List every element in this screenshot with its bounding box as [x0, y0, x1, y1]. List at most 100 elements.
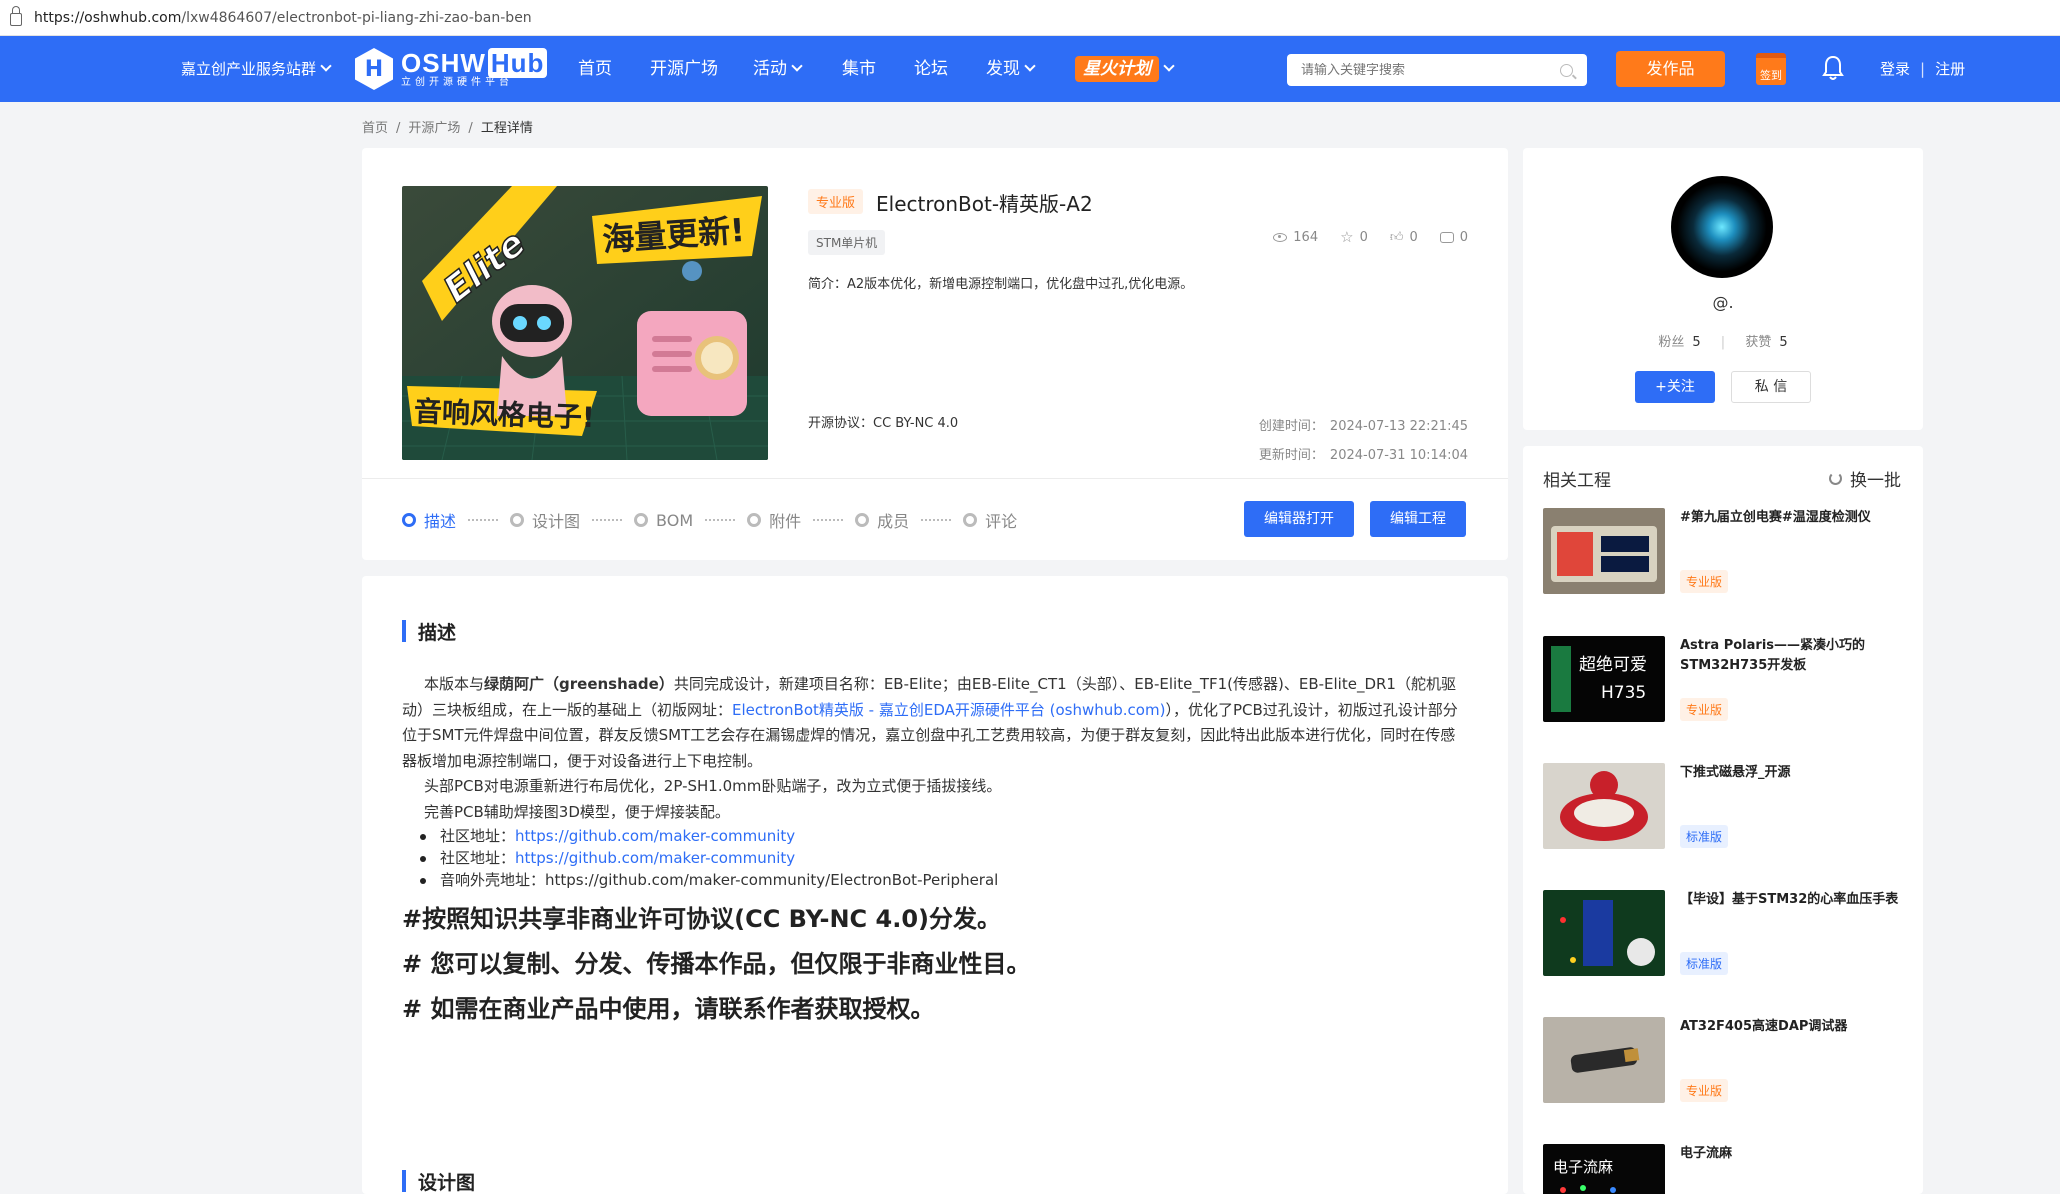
step-members[interactable]: 成员 [855, 508, 909, 532]
nav-spark-plan[interactable]: 星火计划 [1075, 36, 1175, 102]
comments-count: 0 [1459, 229, 1468, 245]
project-title: ElectronBot-精英版-A2 [876, 192, 1093, 216]
lock-icon [10, 6, 22, 26]
auth-links: 登录 | 注册 [1880, 60, 1966, 78]
publish-button[interactable]: 发作品 [1616, 51, 1725, 87]
related-thumbnail[interactable]: 电子流麻 [1543, 1144, 1665, 1194]
related-thumbnail[interactable]: 超绝可爱 H735 [1543, 636, 1665, 722]
logo-brand: OSHW Hub [401, 48, 548, 78]
related-item[interactable]: 超绝可爱 H735 Astra Polaris——紧凑小巧的STM32H735开… [1543, 636, 1903, 722]
cover-bottom-text: 音响风格电子! [413, 395, 595, 434]
fans-count: 5 [1692, 335, 1701, 350]
created-label: 创建时间： [1258, 419, 1324, 434]
description-paragraph: 本版本与绿荫阿广（greenshade）共同完成设计，新建项目名称：EB-Eli… [402, 675, 1458, 770]
like-stat[interactable]: 👍︎ 0 [1390, 228, 1418, 246]
project-category-tag[interactable]: STM单片机 [808, 230, 886, 255]
edition-tag: 专业版 [1680, 1079, 1729, 1102]
step-attachments[interactable]: 附件 [747, 508, 801, 532]
related-item[interactable]: 【毕设】基于STM32的心率血压手表 标准版 [1543, 890, 1903, 976]
search-box[interactable] [1287, 54, 1587, 86]
checkin-button[interactable]: 签到 [1756, 53, 1786, 85]
list-item: 音响外壳地址：https://github.com/maker-communit… [402, 869, 1462, 891]
project-cover-image[interactable]: Elite 海量更新! 音响风格电子! [402, 186, 768, 460]
address-bar[interactable]: https://oshwhub.com/lxw4864607/electronb… [0, 0, 2060, 36]
author-likes-count: 5 [1779, 335, 1788, 350]
related-item[interactable]: 电子流麻 电子流麻 [1543, 1144, 1903, 1194]
project-times: 创建时间： 2024-07-13 22:21:45 更新时间： 2024-07-31… [1259, 412, 1468, 470]
license-note: # 如需在商业产品中使用，请联系作者获取授权。 [402, 995, 935, 1023]
comment-stat[interactable]: 0 [1439, 228, 1468, 246]
related-thumbnail[interactable] [1543, 763, 1665, 849]
step-design[interactable]: 设计图 [510, 508, 580, 532]
related-title[interactable]: AT32F405高速DAP调试器 [1680, 1017, 1900, 1037]
related-thumbnail[interactable] [1543, 1017, 1665, 1103]
refresh-button[interactable]: 换一批 [1829, 466, 1901, 491]
first-version-link[interactable]: ElectronBot精英版 - 嘉立创EDA开源硬件平台 (oshwhub.c… [732, 701, 1165, 719]
related-title[interactable]: #第九届立创电赛#温湿度检测仪 [1680, 508, 1900, 528]
edition-tag: 专业版 [1680, 570, 1729, 593]
list-item: 社区地址：https://github.com/maker-community [402, 847, 1462, 869]
related-item[interactable]: #第九届立创电赛#温湿度检测仪 专业版 [1543, 508, 1903, 594]
nav-activity[interactable]: 活动 [753, 36, 803, 102]
related-thumbnail[interactable] [1543, 890, 1665, 976]
related-heading: 相关工程 [1543, 471, 1611, 491]
views-count: 164 [1293, 229, 1319, 245]
star-stat[interactable]: ☆ 0 [1340, 228, 1368, 246]
related-title[interactable]: 【毕设】基于STM32的心率血压手表 [1680, 890, 1900, 910]
step-bom[interactable]: BOM [634, 511, 693, 530]
eye-icon [1273, 232, 1288, 242]
open-editor-button[interactable]: 编辑器打开 [1244, 501, 1354, 537]
comment-icon[interactable] [1439, 231, 1454, 243]
license-note: #按照知识共享非商业许可协议(CC BY-NC 4.0)分发。 [402, 905, 1001, 933]
breadcrumb-current: 工程详情 [480, 121, 533, 136]
related-item[interactable]: AT32F405高速DAP调试器 专业版 [1543, 1017, 1903, 1103]
likes-count: 0 [1409, 229, 1418, 245]
list-item: 社区地址：https://github.com/maker-community [402, 825, 1462, 847]
site-group-menu[interactable]: 嘉立创产业服务站群 [181, 36, 332, 102]
links-list: 社区地址：https://github.com/maker-community … [402, 825, 1462, 891]
related-item[interactable]: 下推式磁悬浮_开源 标准版 [1543, 763, 1903, 849]
bell-icon[interactable] [1822, 55, 1844, 81]
nav-forum[interactable]: 论坛 [914, 36, 948, 102]
related-title[interactable]: 电子流麻 [1680, 1144, 1900, 1164]
nav-discover-label: 发现 [986, 59, 1020, 79]
logo[interactable]: H OSHW Hub 立创开源硬件平台 [355, 46, 548, 92]
follow-button[interactable]: +关注 [1635, 371, 1715, 403]
step-comments[interactable]: 评论 [963, 508, 1017, 532]
breadcrumb-home[interactable]: 首页 [362, 121, 388, 136]
community-link[interactable]: https://github.com/maker-community [515, 849, 795, 867]
created-time: 2024-07-13 22:21:45 [1329, 419, 1468, 434]
search-icon[interactable] [1560, 63, 1573, 77]
step-description[interactable]: 描述 [402, 508, 456, 532]
project-stats: 164 ☆ 0 👍︎ 0 0 [1273, 228, 1468, 246]
spark-plan-badge: 星火计划 [1075, 56, 1159, 82]
nav-open-square[interactable]: 开源广场 [650, 36, 718, 102]
updated-label: 更新时间： [1258, 448, 1324, 463]
avatar[interactable] [1671, 176, 1773, 278]
section-steps: 描述 设计图 BOM 附件 成员 评论 [402, 508, 1017, 532]
updated-time: 2024-07-31 10:14:04 [1329, 448, 1468, 463]
related-title[interactable]: Astra Polaris——紧凑小巧的STM32H735开发板 [1680, 636, 1900, 676]
description-paragraph: 头部PCB对电源重新进行布局优化，2P-SH1.0mm卧贴端子，改为立式便于插拔… [424, 777, 1002, 795]
nav-home[interactable]: 首页 [578, 36, 612, 102]
breadcrumb-open-square[interactable]: 开源广场 [408, 121, 460, 136]
nav-discover[interactable]: 发现 [986, 36, 1036, 102]
thumbs-up-icon[interactable]: 👍︎ [1390, 230, 1404, 245]
related-title[interactable]: 下推式磁悬浮_开源 [1680, 763, 1900, 783]
edit-project-button[interactable]: 编辑工程 [1370, 501, 1466, 537]
login-link[interactable]: 登录 [1880, 60, 1910, 78]
edition-tag: 标准版 [1680, 952, 1729, 975]
related-thumbnail[interactable] [1543, 508, 1665, 594]
star-icon[interactable]: ☆ [1340, 228, 1353, 246]
step-dot-icon [855, 513, 870, 527]
description-body: 本版本与绿荫阿广（greenshade）共同完成设计，新建项目名称：EB-Eli… [402, 672, 1462, 1032]
author-name[interactable]: @. [1523, 293, 1923, 312]
logo-icon: H [355, 48, 393, 90]
community-link[interactable]: https://github.com/maker-community [515, 827, 795, 845]
nav-market[interactable]: 集市 [842, 36, 876, 102]
step-dot-icon [634, 513, 649, 527]
register-link[interactable]: 注册 [1935, 60, 1965, 78]
search-input[interactable] [1301, 62, 1560, 78]
step-dot-icon [963, 513, 978, 527]
message-button[interactable]: 私 信 [1731, 371, 1811, 403]
